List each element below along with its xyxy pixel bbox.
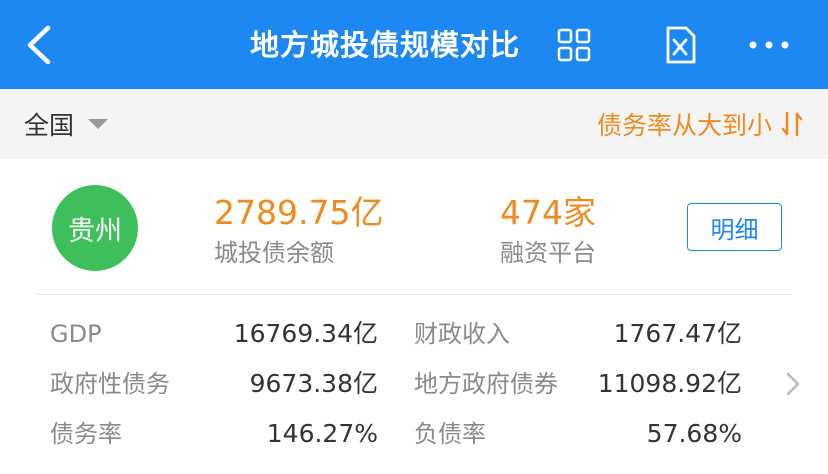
- revenue-label: 财政收入: [414, 320, 510, 348]
- detail-button[interactable]: 明细: [687, 203, 782, 251]
- back-button[interactable]: [20, 22, 60, 68]
- debt-balance-label: 城投债余额: [214, 239, 334, 267]
- debt-balance-value: 2789.75亿: [214, 193, 384, 232]
- page-title: 地方城投债规模对比: [250, 28, 521, 62]
- chevron-right-icon[interactable]: [784, 371, 802, 397]
- more-dots-icon: [749, 41, 789, 49]
- liability-ratio-label: 负债率: [414, 420, 486, 448]
- region-label: 全国: [24, 111, 75, 140]
- debt-balance-stat: 2789.75亿 城投债余额: [214, 193, 383, 269]
- chevron-left-icon: [27, 25, 51, 65]
- sort-toggle[interactable]: 债务率从大到小: [597, 103, 804, 145]
- gov-debt-label: 政府性债务: [50, 370, 170, 398]
- local-bond-value: 11098.92亿: [597, 369, 742, 398]
- revenue-value: 1767.47亿: [613, 319, 742, 348]
- local-bond-label: 地方政府债券: [414, 370, 558, 398]
- platforms-stat: 474家 融资平台: [500, 193, 596, 269]
- export-excel-button[interactable]: [658, 22, 702, 68]
- region-dropdown[interactable]: 全国: [24, 103, 109, 145]
- debt-ratio-value: 146.27%: [266, 419, 378, 448]
- caret-down-icon: [88, 119, 109, 129]
- divider: [36, 294, 792, 295]
- platforms-value: 474家: [500, 193, 596, 232]
- platforms-label: 融资平台: [500, 239, 596, 267]
- debt-ratio-label: 债务率: [50, 420, 122, 448]
- layout-grid-icon[interactable]: [556, 27, 592, 63]
- filter-bar: 全国 债务率从大到小: [0, 89, 828, 159]
- more-options-button[interactable]: [744, 30, 794, 60]
- province-badge: 贵州: [52, 185, 138, 271]
- sort-arrows-icon: [781, 111, 803, 137]
- gov-debt-value: 9673.38亿: [249, 369, 378, 398]
- sort-label: 债务率从大到小: [596, 111, 772, 140]
- excel-file-icon: [666, 26, 696, 64]
- gdp-label: GDP: [50, 320, 102, 348]
- liability-ratio-value: 57.68%: [646, 419, 742, 448]
- top-nav-bar: 地方城投债规模对比: [0, 0, 828, 89]
- province-card[interactable]: 贵州 2789.75亿 城投债余额 474家 融资平台 明细 GDP 16769…: [0, 159, 828, 474]
- gdp-value: 16769.34亿: [233, 319, 378, 348]
